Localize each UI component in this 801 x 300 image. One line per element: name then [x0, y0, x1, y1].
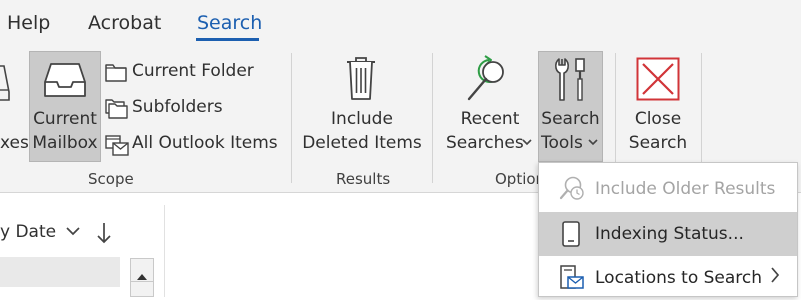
- search-tools-button[interactable]: Search Tools: [538, 51, 603, 162]
- search-tools-dropdown: Include Older Results Indexing Status...…: [538, 162, 798, 297]
- menu-item-locations-to-search[interactable]: Locations to Search: [539, 256, 797, 300]
- include-older-results-label: Include Older Results: [595, 179, 776, 199]
- locations-to-search-icon: [559, 264, 585, 297]
- include-deleted-items-button[interactable]: Include Deleted Items: [300, 55, 424, 160]
- current-mailbox-label-1: Current: [33, 109, 97, 129]
- recent-searches-label-2: Searches: [446, 133, 524, 153]
- chevron-down-icon: [521, 131, 533, 160]
- recent-searches-button[interactable]: Recent Searches: [442, 55, 534, 160]
- include-deleted-label-1: Include: [331, 109, 393, 129]
- all-outlook-items-icon: [105, 135, 129, 156]
- trash-can-icon: [344, 55, 378, 108]
- all-outlook-items-label: All Outlook Items: [132, 133, 278, 153]
- recent-searches-icon: [465, 55, 511, 110]
- chevron-down-icon: [65, 222, 80, 242]
- indexing-status-label: Indexing Status...: [595, 224, 744, 244]
- menu-item-include-older-results[interactable]: Include Older Results: [539, 167, 797, 211]
- sort-direction-arrow-icon[interactable]: [96, 220, 112, 250]
- chevron-right-icon: [769, 264, 781, 291]
- group-label-scope: Scope: [88, 170, 134, 188]
- indexing-status-icon: [559, 220, 583, 253]
- tab-acrobat[interactable]: Acrobat: [88, 12, 161, 34]
- scroll-up-arrow-icon[interactable]: [136, 266, 148, 285]
- include-deleted-label-2: Deleted Items: [302, 133, 422, 153]
- subfolders-label: Subfolders: [132, 97, 223, 117]
- mailboxes-icon: [0, 62, 10, 106]
- menu-item-indexing-status[interactable]: Indexing Status...: [539, 212, 797, 256]
- search-tools-label-2: Tools: [541, 133, 583, 153]
- close-icon: [636, 57, 680, 108]
- older-results-icon: [559, 175, 585, 206]
- close-search-button[interactable]: Close Search: [624, 55, 692, 160]
- current-mailbox-button[interactable]: Current Mailbox: [29, 51, 101, 162]
- tab-search[interactable]: Search: [197, 12, 262, 34]
- sort-by-date-dropdown[interactable]: y Date: [0, 222, 80, 242]
- current-mailbox-label-2: Mailbox: [32, 133, 98, 153]
- list-item[interactable]: [0, 257, 120, 287]
- pane-divider[interactable]: [164, 205, 165, 297]
- ribbon-separator: [432, 53, 433, 183]
- search-tools-label-1: Search: [541, 109, 600, 129]
- all-mailboxes-button[interactable]: xes: [0, 131, 29, 155]
- locations-to-search-label: Locations to Search: [595, 268, 763, 288]
- group-label-results: Results: [336, 170, 391, 188]
- scrollbar-track-divider: [131, 281, 153, 282]
- scrollbar[interactable]: [130, 258, 154, 297]
- current-folder-button[interactable]: Current Folder: [104, 59, 254, 85]
- subfolders-button[interactable]: Subfolders: [104, 95, 254, 121]
- sort-by-label: y Date: [0, 222, 57, 242]
- tab-help[interactable]: Help: [7, 12, 50, 34]
- subfolders-icon: [105, 99, 128, 119]
- ribbon-separator: [291, 53, 292, 183]
- close-search-label-1: Close: [634, 109, 682, 129]
- folder-icon: [105, 64, 127, 82]
- close-search-label-2: Search: [628, 133, 688, 153]
- tools-icon: [553, 57, 589, 110]
- all-outlook-items-button[interactable]: All Outlook Items: [104, 131, 284, 157]
- chevron-down-icon: [587, 131, 599, 160]
- inbox-tray-icon: [43, 60, 87, 107]
- recent-searches-label-1: Recent: [460, 109, 520, 129]
- current-folder-label: Current Folder: [132, 61, 254, 81]
- all-mailboxes-label: xes: [0, 133, 29, 153]
- active-tab-indicator: [196, 38, 259, 41]
